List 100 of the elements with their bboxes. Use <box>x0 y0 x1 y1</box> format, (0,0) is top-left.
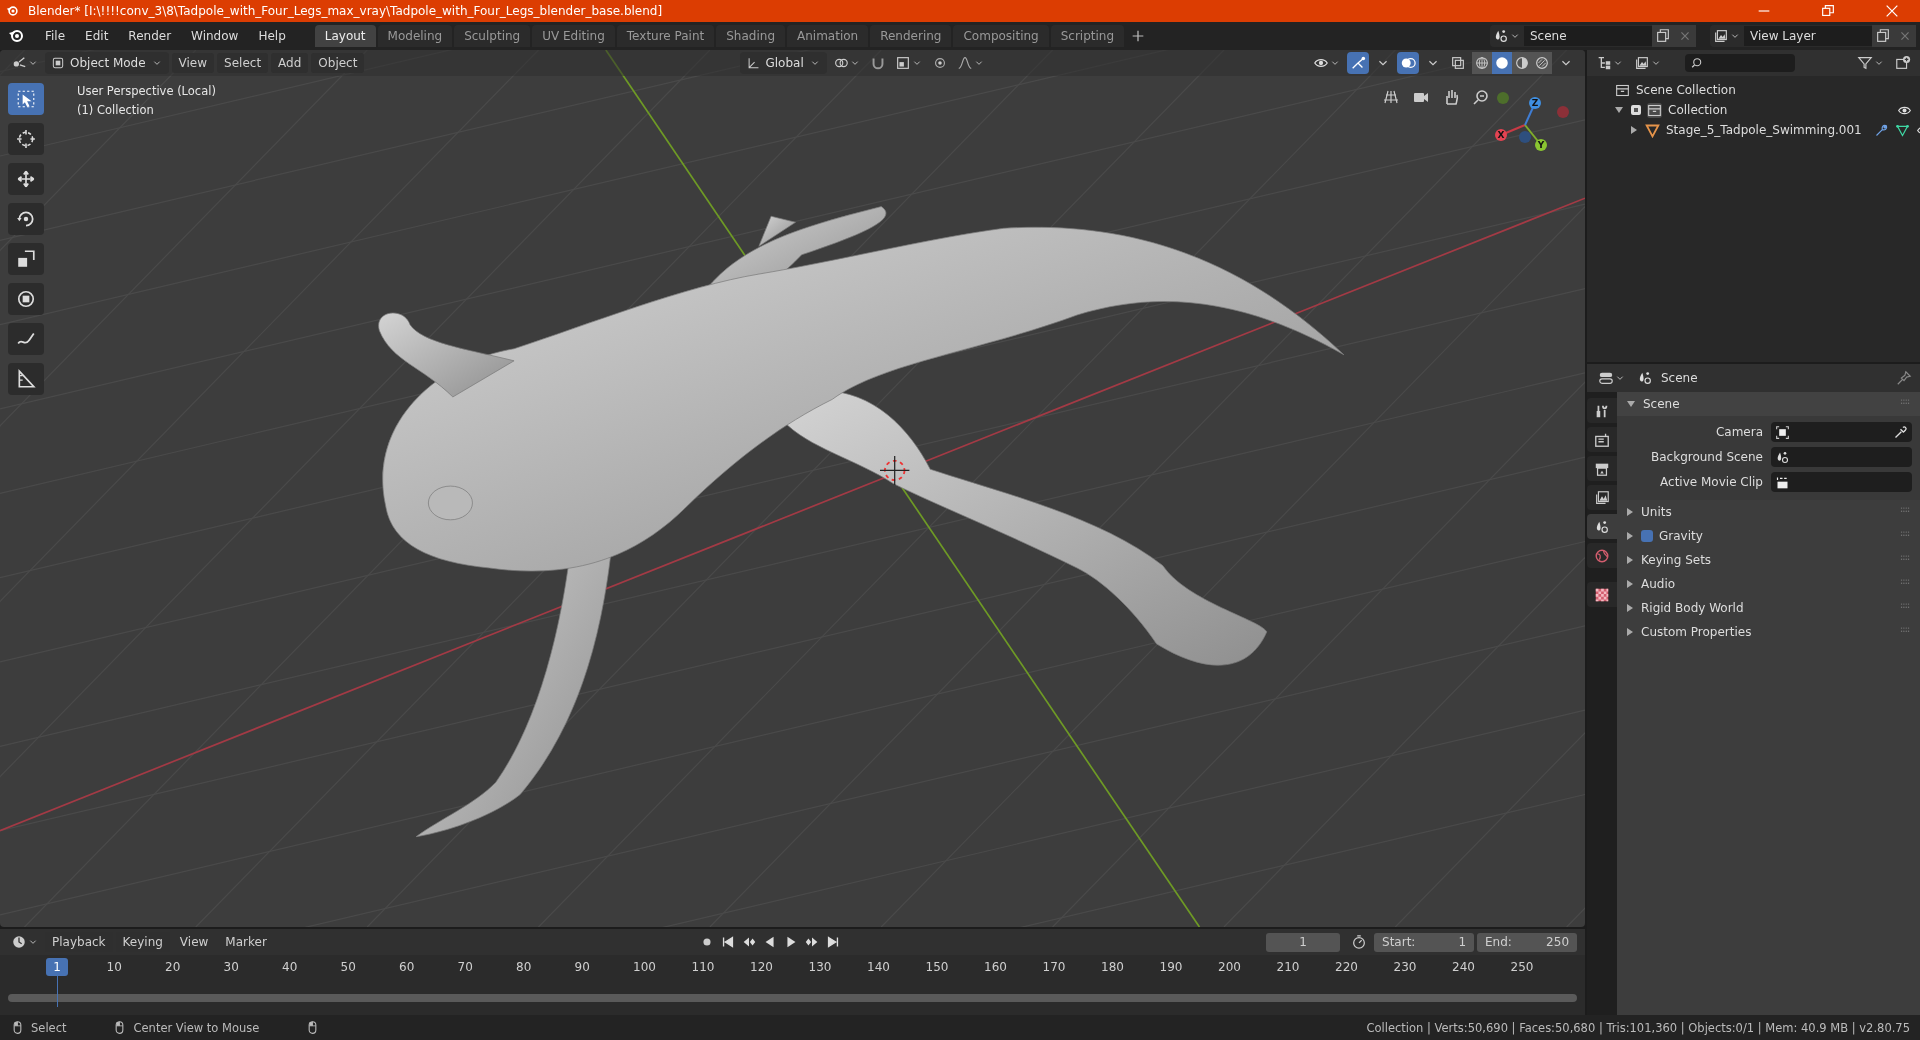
gizmo-toggle-button[interactable] <box>1347 52 1369 74</box>
outliner-item[interactable]: Scene Collection <box>1636 83 1736 97</box>
menu-item[interactable]: Help <box>249 26 295 46</box>
stopwatch-icon[interactable] <box>1351 934 1367 950</box>
expand-arrow[interactable] <box>1627 604 1633 612</box>
search-field[interactable] <box>1685 54 1795 72</box>
close-icon[interactable] <box>1884 3 1900 19</box>
subpanel-header[interactable]: Gravity <box>1617 524 1920 548</box>
scene-field[interactable] <box>1771 447 1912 467</box>
blender-logo-icon[interactable] <box>8 27 26 45</box>
expand-arrow[interactable] <box>1627 532 1633 540</box>
expand-arrow[interactable] <box>1627 401 1635 407</box>
new-view-layer-button[interactable] <box>1872 25 1894 47</box>
subpanel-header[interactable]: Rigid Body World <box>1617 596 1920 620</box>
properties-context-label: Scene <box>1661 371 1698 385</box>
start-frame-field[interactable]: Start: 1 <box>1374 932 1474 952</box>
expand-arrow[interactable] <box>1615 107 1623 113</box>
render-properties-tab[interactable] <box>1587 427 1617 452</box>
editor-type-icon <box>11 934 27 950</box>
shading-mode-button[interactable] <box>1532 52 1552 74</box>
cursor-tool-button[interactable] <box>8 123 44 155</box>
workspace-tab[interactable]: Shading <box>716 25 785 47</box>
select-tool-icon <box>16 89 36 109</box>
pin-icon[interactable] <box>1896 370 1912 386</box>
menu-item[interactable]: File <box>36 26 75 46</box>
scene-name-field[interactable]: Scene <box>1524 26 1652 46</box>
workspace-tab[interactable]: Layout <box>314 25 376 47</box>
texture-properties-tab[interactable] <box>1587 582 1617 607</box>
expand-arrow[interactable] <box>1627 556 1633 564</box>
menu-item[interactable]: Render <box>119 26 181 46</box>
subpanel-header[interactable]: Keying Sets <box>1617 548 1920 572</box>
timeline-scrollbar[interactable] <box>8 994 1577 1002</box>
overlay-toggle-button[interactable] <box>1397 52 1419 74</box>
eyedropper-icon[interactable] <box>1893 424 1908 440</box>
scale-tool-button[interactable] <box>8 243 44 275</box>
output-properties-tab[interactable] <box>1587 456 1617 481</box>
subpanel-header[interactable]: Units <box>1617 500 1920 524</box>
new-scene-button[interactable] <box>1652 25 1674 47</box>
world-properties-tab[interactable] <box>1587 543 1617 568</box>
workspace-tab[interactable]: Texture Paint <box>616 25 715 47</box>
expand-arrow[interactable] <box>1627 628 1633 636</box>
camera-icon <box>1775 424 1790 440</box>
exclude-checkbox[interactable] <box>1631 105 1641 115</box>
workspace-tab[interactable]: Scripting <box>1050 25 1125 47</box>
subpanel-header[interactable]: Custom Properties <box>1617 620 1920 644</box>
menu-item[interactable]: Window <box>182 26 248 46</box>
workspace-tab[interactable]: UV Editing <box>532 25 615 47</box>
transform-tool-button[interactable] <box>8 283 44 315</box>
workspace-tab[interactable]: Compositing <box>953 25 1049 47</box>
panel-header[interactable]: Scene <box>1617 392 1920 416</box>
orientation-dropdown[interactable]: Global <box>740 52 827 74</box>
workspace-tab[interactable]: Animation <box>787 25 869 47</box>
move-tool-button[interactable] <box>8 163 44 195</box>
mesh-data-icon[interactable] <box>1894 122 1910 138</box>
measure-tool-button[interactable] <box>8 363 44 395</box>
current-frame-field[interactable]: 1 <box>1266 932 1340 952</box>
axis-label: Z <box>1529 97 1541 109</box>
frame-number: 150 <box>925 960 949 974</box>
xray-toggle-icon <box>1450 55 1466 71</box>
annotate-tool-button[interactable] <box>8 323 44 355</box>
workspace-tab[interactable]: Modeling <box>377 25 453 47</box>
view-layer-properties-tab[interactable] <box>1587 485 1617 510</box>
rotate-tool-button[interactable] <box>8 203 44 235</box>
view-layer-name-field[interactable]: View Layer <box>1744 26 1872 46</box>
shading-mode-button[interactable] <box>1512 52 1532 74</box>
select-tool-button[interactable] <box>8 83 44 115</box>
rendered-shading-icon <box>1534 55 1550 71</box>
scene-properties-tab[interactable] <box>1587 514 1617 539</box>
wireframe-shading-icon <box>1474 55 1490 71</box>
workspace-tab[interactable]: Rendering <box>870 25 952 47</box>
shading-mode-button[interactable] <box>1492 52 1512 74</box>
expand-arrow[interactable] <box>1627 508 1633 516</box>
move-tool-icon <box>16 169 36 189</box>
frame-number: 210 <box>1276 960 1300 974</box>
viewport-menu-item[interactable]: Add <box>271 53 309 73</box>
outliner-item[interactable]: Collection <box>1668 103 1728 117</box>
frame-number: 50 <box>340 960 356 974</box>
viewport-menu-item[interactable]: Object <box>311 53 365 73</box>
restore-icon[interactable] <box>1820 3 1836 19</box>
timeline-menu-item[interactable]: Marker <box>218 932 274 952</box>
checkbox[interactable] <box>1641 530 1653 542</box>
filter-icon <box>1857 55 1873 71</box>
menu-item[interactable]: Edit <box>76 26 118 46</box>
camera-field[interactable] <box>1771 422 1912 442</box>
mode-dropdown[interactable]: Object Mode <box>45 52 169 74</box>
end-frame-field[interactable]: End: 250 <box>1477 932 1577 952</box>
viewport-menu-item[interactable]: View <box>171 53 215 73</box>
timeline-menu-item[interactable]: View <box>172 932 216 952</box>
tool-properties-tab[interactable] <box>1587 398 1617 423</box>
clip-field[interactable] <box>1771 472 1912 492</box>
expand-arrow[interactable] <box>1631 126 1637 134</box>
grid-icon[interactable] <box>1382 88 1400 106</box>
viewport-menu-item[interactable]: Select <box>217 53 269 73</box>
zoom-icon[interactable] <box>1472 88 1490 106</box>
workspace-tab[interactable]: Sculpting <box>454 25 531 47</box>
playhead-frame-marker[interactable]: 1 <box>46 958 68 976</box>
subpanel-header[interactable]: Audio <box>1617 572 1920 596</box>
outliner-item[interactable]: Stage_5_Tadpole_Swimming.001 <box>1666 123 1862 137</box>
shading-mode-button[interactable] <box>1472 52 1492 74</box>
expand-arrow[interactable] <box>1627 580 1633 588</box>
